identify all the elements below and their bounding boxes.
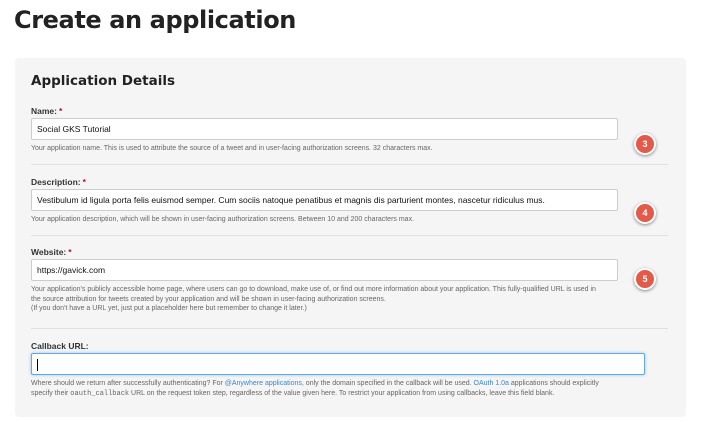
- required-mark: *: [68, 247, 72, 257]
- text-caret: [37, 358, 38, 371]
- name-field-group: Name: * Social GKS Tutorial Your applicat…: [31, 105, 671, 154]
- website-help-line: (If you don't have a URL yet, just put a…: [31, 305, 307, 312]
- callback-help-line: specify their oauth_callback URL on the …: [31, 389, 555, 398]
- callback-help-line: Where should we return after successfull…: [31, 380, 599, 387]
- required-mark: *: [58, 106, 63, 116]
- website-input[interactable]: https://gavick.com: [31, 259, 618, 281]
- divider: [31, 235, 668, 236]
- step-badge-5: 5: [634, 268, 656, 290]
- divider: [31, 328, 668, 329]
- name-label: Name: *: [31, 106, 63, 116]
- step-badge-4: 4: [634, 202, 656, 224]
- description-help-text: Your application description, which will…: [31, 216, 415, 223]
- step-badge-3: 3: [634, 133, 656, 155]
- callback-label: Callback URL:: [31, 341, 89, 351]
- anywhere-applications-link[interactable]: @Anywhere applications: [225, 380, 302, 387]
- name-input[interactable]: Social GKS Tutorial: [31, 118, 618, 140]
- callback-field-group: Callback URL: Where should we return aft…: [31, 340, 671, 399]
- callback-help-text: Where should we return after successfull…: [31, 379, 671, 399]
- section-title: Application Details: [31, 73, 176, 89]
- name-help-text: Your application name. This is used to a…: [31, 145, 433, 152]
- application-details-panel: Application Details Name: * Social GKS Tu…: [15, 58, 686, 417]
- description-input[interactable]: Vestibulum id ligula porta felis euismod…: [31, 189, 618, 211]
- callback-url-input[interactable]: [31, 353, 645, 375]
- divider: [31, 164, 668, 165]
- required-mark: *: [82, 177, 86, 187]
- description-label: Description: *: [31, 177, 86, 187]
- oauth-callback-code: oauth_callback: [70, 389, 130, 398]
- website-label: Website: *: [31, 247, 72, 257]
- description-field-group: Description: * Vestibulum id ligula porta…: [31, 176, 671, 225]
- website-field-group: Website: * https://gavick.com Your applic…: [31, 246, 671, 314]
- website-help-line: the source attribution for tweets create…: [31, 295, 386, 303]
- website-help-line: Your application's publicly accessible h…: [31, 286, 596, 293]
- website-help-text: Your application's publicly accessible h…: [31, 285, 671, 314]
- page-title: Create an application: [14, 6, 296, 34]
- oauth-link[interactable]: OAuth 1.0a: [474, 380, 509, 387]
